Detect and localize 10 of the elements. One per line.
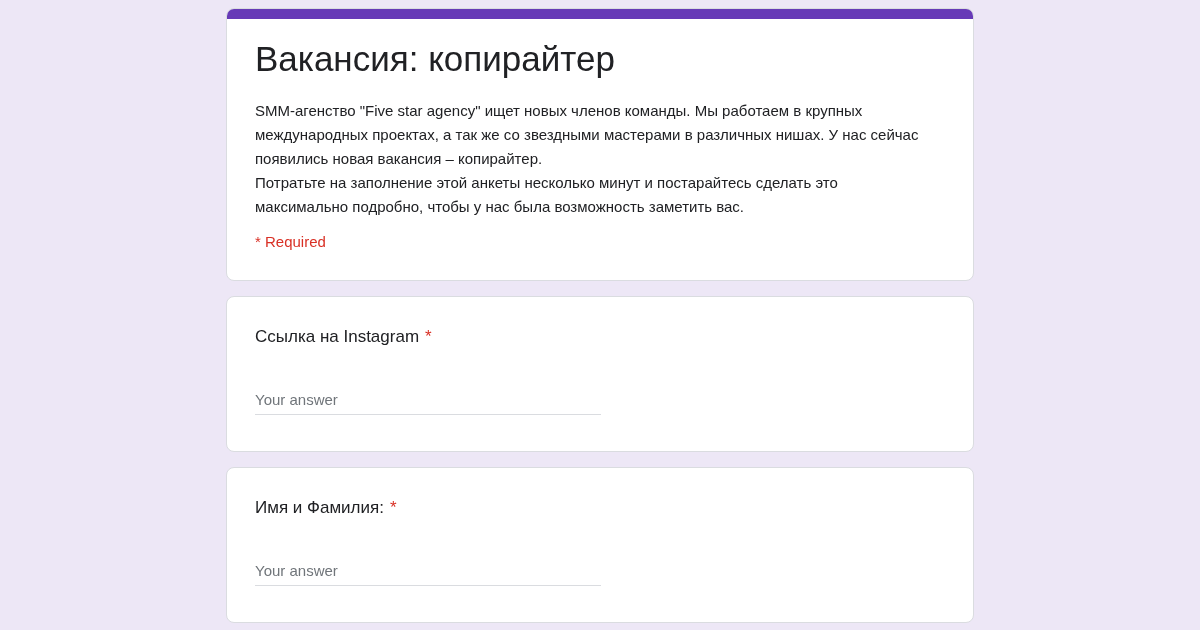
required-mark: * (389, 498, 397, 518)
question-label: Ссылка на Instagram (255, 327, 420, 347)
answer-field[interactable]: Your answer (255, 558, 601, 586)
form-description: SMM-агенство "Five star agency" ищет новых членов команды. Мы работаем в крупных международных проектах, а так же со звездными мастерами в различных нишах. У нас сейчас появились новая вакансия – копирайтер. (255, 101, 920, 169)
answer-field[interactable]: Your answer (255, 387, 601, 415)
form-description: Потратьте на заполнение этой анкеты несколько минут и постарайтесь сделать это максимально подробно, чтобы у нас была возможность заметить вас. (255, 173, 839, 217)
form-title: Вакансия: копирайтер (255, 39, 616, 79)
question-label: Имя и Фамилия: (255, 498, 384, 518)
required-mark: * (425, 327, 432, 347)
required-note: * Required (255, 233, 327, 250)
